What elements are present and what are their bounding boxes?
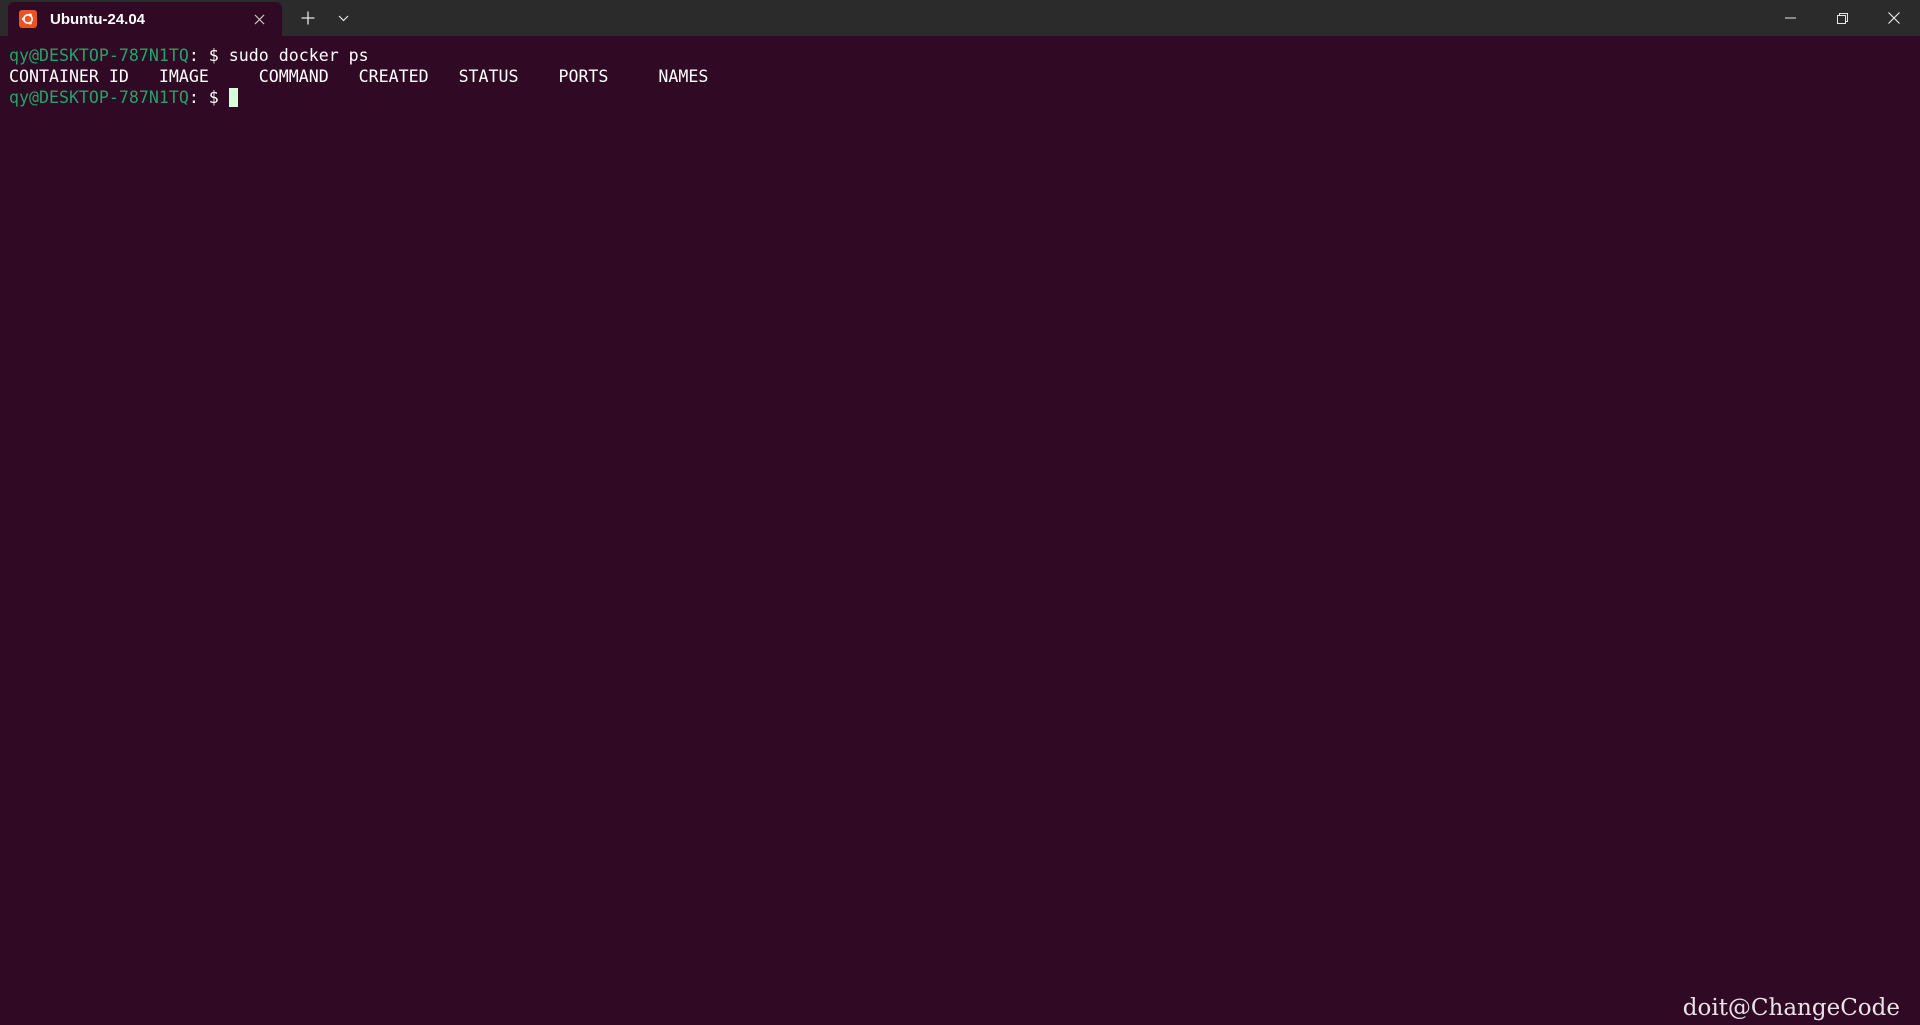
titlebar-drag-area[interactable] xyxy=(358,0,1764,36)
text-cursor xyxy=(228,88,238,107)
restore-icon xyxy=(1836,12,1848,24)
current-prompt-line: qy@DESKTOP-787N1TQ: $ xyxy=(9,87,1920,108)
chevron-down-icon xyxy=(338,15,348,21)
prompt-symbol: : $ xyxy=(188,88,229,107)
close-tab-button[interactable] xyxy=(244,4,274,34)
close-window-button[interactable] xyxy=(1868,0,1920,36)
tab-title: Ubuntu-24.04 xyxy=(50,10,146,28)
close-icon xyxy=(254,14,264,24)
command-text: sudo docker ps xyxy=(228,46,369,65)
watermark-text: doit@ChangeCode xyxy=(1682,995,1900,1021)
prompt-user-host: qy@DESKTOP-787N1TQ xyxy=(9,46,189,65)
prompt-user-host: qy@DESKTOP-787N1TQ xyxy=(9,88,189,107)
close-icon xyxy=(1888,12,1900,24)
tab-ubuntu[interactable]: Ubuntu-24.04 xyxy=(8,2,282,36)
new-tab-button[interactable] xyxy=(288,0,328,36)
restore-button[interactable] xyxy=(1816,0,1868,36)
terminal-output[interactable]: qy@DESKTOP-787N1TQ: $ sudo docker ps CON… xyxy=(0,36,1920,1025)
minimize-icon xyxy=(1784,17,1796,19)
ubuntu-logo-icon xyxy=(19,10,37,28)
prompt-symbol: : $ xyxy=(188,46,229,65)
terminal-window: Ubuntu-24.04 qy@DESKTOP-787N1TQ: $ sudo … xyxy=(0,0,1920,1025)
command-line: qy@DESKTOP-787N1TQ: $ sudo docker ps xyxy=(9,45,1920,66)
title-bar: Ubuntu-24.04 xyxy=(0,0,1920,36)
plus-icon xyxy=(301,11,315,25)
docker-ps-header: CONTAINER ID IMAGE COMMAND CREATED STATU… xyxy=(9,67,709,86)
tab-dropdown-button[interactable] xyxy=(328,0,358,36)
minimize-button[interactable] xyxy=(1764,0,1816,36)
